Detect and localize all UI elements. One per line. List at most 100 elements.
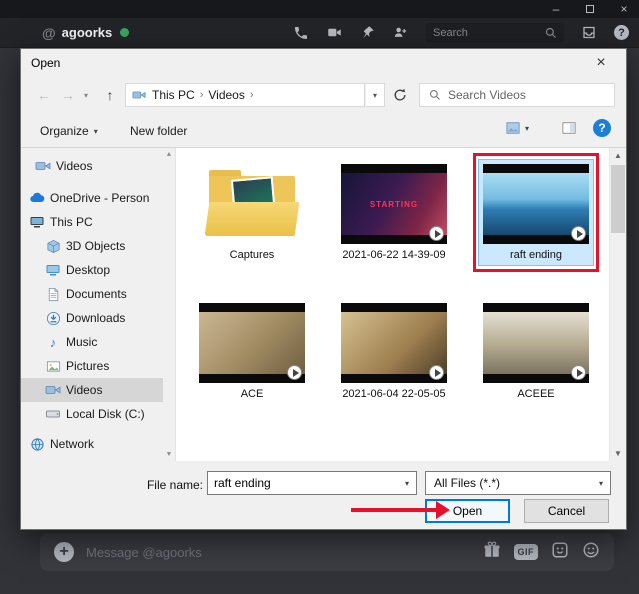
videos-icon bbox=[35, 158, 51, 174]
sidebar-item-desktop[interactable]: Desktop bbox=[21, 258, 163, 282]
sidebar-item-pictures[interactable]: Pictures bbox=[21, 354, 163, 378]
video-thumbnail bbox=[483, 303, 589, 384]
scroll-down-icon[interactable]: ▼ bbox=[166, 451, 173, 458]
sidebar-item-label: Local Disk (C:) bbox=[66, 407, 145, 421]
discord-search-placeholder: Search bbox=[433, 26, 468, 39]
minimize-icon[interactable]: – bbox=[549, 2, 563, 16]
open-button[interactable]: Open bbox=[425, 499, 510, 523]
sidebar-item-music[interactable]: ♪ Music bbox=[21, 330, 163, 354]
file-item-ace[interactable]: ACE bbox=[184, 299, 320, 404]
gif-icon[interactable]: GIF bbox=[513, 544, 538, 560]
search-placeholder: Search Videos bbox=[448, 88, 526, 102]
file-name: raft ending bbox=[510, 249, 562, 261]
file-item-captures[interactable]: Captures bbox=[184, 160, 320, 265]
sidebar-item-label: Desktop bbox=[66, 263, 111, 277]
back-button[interactable]: ← bbox=[33, 85, 55, 105]
scroll-down-icon[interactable]: ▼ bbox=[614, 449, 622, 458]
file-item-aceee[interactable]: ACEEE bbox=[468, 299, 604, 404]
online-status-dot bbox=[120, 28, 130, 37]
sidebar-item-videos[interactable]: Videos bbox=[21, 378, 163, 402]
scroll-up-icon[interactable]: ▲ bbox=[614, 151, 622, 160]
sidebar-item-label: Music bbox=[66, 335, 98, 349]
attach-plus-icon[interactable]: + bbox=[54, 542, 74, 562]
network-globe-icon bbox=[29, 436, 45, 452]
hard-disk-icon bbox=[45, 406, 61, 422]
gift-icon[interactable] bbox=[483, 541, 501, 564]
download-icon bbox=[45, 310, 61, 326]
sidebar-item-label: Documents bbox=[66, 287, 127, 301]
video-call-icon[interactable] bbox=[326, 25, 343, 40]
picture-icon bbox=[45, 358, 61, 374]
recent-locations-chevron-icon[interactable]: ▾ bbox=[79, 87, 93, 103]
videos-icon bbox=[45, 382, 61, 398]
chevron-down-icon: ▾ bbox=[598, 478, 603, 488]
sidebar-item-label: 3D Objects bbox=[66, 239, 126, 253]
at-icon: @ bbox=[42, 24, 56, 41]
breadcrumb-videos[interactable]: Videos bbox=[208, 88, 244, 102]
search-icon bbox=[429, 89, 440, 100]
discord-search-input[interactable]: Search bbox=[426, 22, 564, 43]
sidebar-item-videos-quick[interactable]: Videos bbox=[21, 154, 163, 178]
scroll-up-icon[interactable]: ▲ bbox=[166, 151, 173, 158]
cancel-button[interactable]: Cancel bbox=[524, 499, 609, 523]
change-view-button[interactable]: ▾ bbox=[505, 121, 529, 135]
address-dropdown-icon[interactable]: ▾ bbox=[365, 83, 385, 107]
file-name-combobox: ▾ bbox=[207, 471, 417, 495]
emoji-icon[interactable] bbox=[582, 541, 600, 564]
chevron-down-icon[interactable]: ▾ bbox=[398, 472, 416, 494]
cancel-button-label: Cancel bbox=[547, 504, 586, 518]
refresh-icon[interactable] bbox=[389, 85, 411, 105]
scrollbar-thumb[interactable] bbox=[611, 165, 625, 233]
file-list-scrollbar[interactable]: ▲ ▼ bbox=[609, 148, 626, 461]
sidebar-item-downloads[interactable]: Downloads bbox=[21, 306, 163, 330]
thumbnail-text: STARTING bbox=[369, 199, 419, 209]
file-type-value: All Files (*.*) bbox=[434, 476, 501, 490]
video-thumbnail bbox=[341, 303, 447, 384]
sidebar-item-onedrive[interactable]: OneDrive - Person bbox=[21, 186, 163, 210]
file-name: Captures bbox=[229, 249, 275, 261]
inbox-icon[interactable] bbox=[581, 25, 597, 40]
file-item-raft-ending[interactable]: raft ending bbox=[468, 153, 604, 273]
forward-button[interactable]: → bbox=[57, 85, 79, 105]
close-window-icon[interactable]: × bbox=[617, 2, 631, 16]
pin-icon[interactable] bbox=[360, 25, 375, 40]
sidebar-scrollbar[interactable]: ▲ ▼ bbox=[163, 148, 175, 461]
breadcrumb-this-pc[interactable]: This PC bbox=[152, 88, 195, 102]
preview-pane-icon[interactable] bbox=[561, 121, 577, 138]
file-name: 2021-06-04 22-05-05 bbox=[342, 388, 446, 401]
file-item-2021-06-22[interactable]: STARTING 2021-06-22 14-39-09 bbox=[326, 160, 462, 265]
add-friend-icon[interactable] bbox=[392, 25, 409, 40]
help-icon[interactable]: ? bbox=[614, 25, 629, 40]
up-button[interactable]: ↑ bbox=[99, 85, 121, 105]
file-name-input[interactable] bbox=[208, 473, 398, 493]
breadcrumb-separator-icon: › bbox=[249, 89, 254, 101]
sidebar-item-3d-objects[interactable]: 3D Objects bbox=[21, 234, 163, 258]
voice-call-icon[interactable] bbox=[293, 25, 309, 41]
navigation-pane: Videos OneDrive - Person This PC 3D Obje… bbox=[21, 148, 163, 461]
sidebar-item-documents[interactable]: Documents bbox=[21, 282, 163, 306]
dialog-close-icon[interactable]: × bbox=[586, 52, 616, 74]
sticker-icon[interactable] bbox=[551, 541, 569, 564]
sidebar-item-network[interactable]: Network bbox=[21, 432, 163, 456]
play-icon bbox=[429, 226, 444, 241]
maximize-icon[interactable] bbox=[583, 2, 597, 16]
sidebar-item-label: Videos bbox=[56, 159, 93, 173]
discord-message-bar[interactable]: + Message @agoorks GIF bbox=[40, 533, 614, 571]
organize-button[interactable]: Organize ▾ bbox=[35, 119, 103, 143]
file-type-dropdown[interactable]: All Files (*.*) ▾ bbox=[425, 471, 611, 495]
screen: – × @ agoorks Search ? + Message @agoork… bbox=[0, 0, 639, 594]
folder-icon bbox=[199, 164, 305, 244]
search-videos-input[interactable]: Search Videos bbox=[419, 83, 615, 107]
videos-library-icon bbox=[131, 87, 147, 103]
dialog-help-icon[interactable]: ? bbox=[593, 119, 611, 137]
sidebar-item-local-disk[interactable]: Local Disk (C:) bbox=[21, 402, 163, 426]
video-thumbnail bbox=[199, 303, 305, 384]
sidebar-item-label: This PC bbox=[50, 215, 93, 229]
computer-icon bbox=[29, 214, 45, 230]
sidebar-item-this-pc[interactable]: This PC bbox=[21, 210, 163, 234]
message-input[interactable]: Message @agoorks bbox=[86, 545, 471, 560]
file-item-2021-06-04[interactable]: 2021-06-04 22-05-05 bbox=[326, 299, 462, 404]
discord-titlebar: – × bbox=[0, 0, 639, 18]
open-dialog: Open × ← → ▾ ↑ This PC › Videos › ▾ Sear… bbox=[20, 48, 627, 530]
new-folder-button[interactable]: New folder bbox=[125, 119, 192, 143]
